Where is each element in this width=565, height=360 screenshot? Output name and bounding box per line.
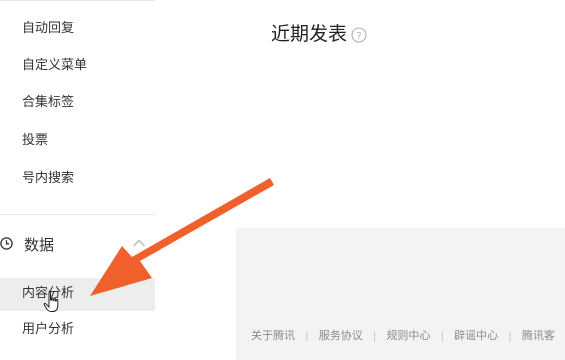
- chevron-up-icon[interactable]: [132, 238, 146, 248]
- footer-link-about[interactable]: 关于腾讯: [251, 329, 295, 342]
- sidebar-item-account-search[interactable]: 号内搜索: [22, 170, 74, 188]
- svg-text:?: ?: [356, 31, 361, 42]
- sidebar: 自动回复 自定义菜单 合集标签 投票 号内搜索 数据 内容分析 用户分析: [0, 0, 236, 360]
- footer-link-rumor[interactable]: 辟谣中心: [454, 329, 498, 342]
- clock-icon: [0, 237, 13, 250]
- sidebar-item-auto-reply[interactable]: 自动回复: [22, 20, 74, 38]
- sidebar-item-user-analysis[interactable]: 用户分析: [22, 321, 74, 339]
- sidebar-item-custom-menu[interactable]: 自定义菜单: [22, 57, 87, 75]
- sidebar-item-collection-tags[interactable]: 合集标签: [22, 94, 74, 112]
- footer-link-tencent[interactable]: 腾讯客: [522, 329, 555, 342]
- footer-links: 关于腾讯 | 服务协议 | 规则中心 | 辟谣中心 | 腾讯客: [251, 329, 555, 343]
- sidebar-section-data[interactable]: 数据: [0, 232, 155, 258]
- footer-link-rules[interactable]: 规则中心: [386, 329, 430, 342]
- divider: [0, 0, 155, 1]
- divider: [0, 214, 155, 215]
- separator: |: [305, 329, 309, 342]
- page-title: 近期发表: [271, 23, 348, 45]
- question-circle-icon[interactable]: ?: [351, 27, 367, 43]
- hand-cursor-icon: [43, 291, 59, 312]
- separator: |: [440, 329, 445, 342]
- sidebar-section-label: 数据: [24, 236, 55, 254]
- separator: |: [508, 329, 512, 342]
- footer-link-terms[interactable]: 服务协议: [319, 329, 363, 342]
- sidebar-item-vote[interactable]: 投票: [22, 132, 48, 150]
- separator: |: [372, 329, 377, 342]
